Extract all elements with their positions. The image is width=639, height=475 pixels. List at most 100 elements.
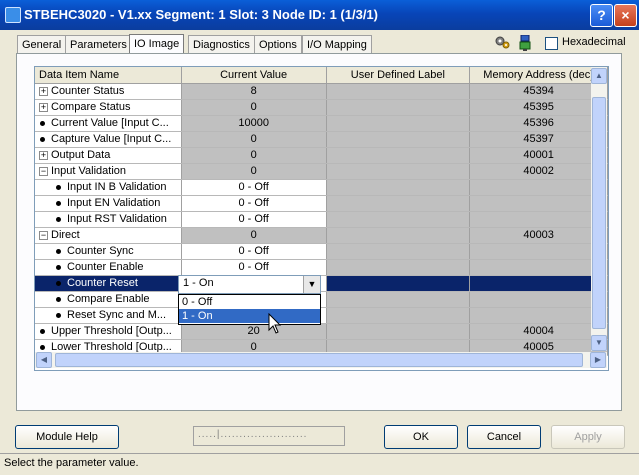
cell-item-name[interactable]: Input IN B Validation: [35, 179, 182, 196]
table-row[interactable]: + Compare Status 0 45395: [35, 99, 608, 116]
cell-item-name[interactable]: Current Value [Input C...: [35, 115, 182, 132]
table-row[interactable]: − Direct 0 40003: [35, 227, 608, 244]
option-off[interactable]: 0 - Off: [179, 295, 320, 309]
table-row[interactable]: Input IN B Validation 0 - Off: [35, 179, 608, 196]
vertical-scroll-thumb[interactable]: [592, 97, 606, 329]
cell-user-label[interactable]: [326, 211, 471, 228]
horizontal-scroll-thumb[interactable]: [55, 353, 583, 367]
cell-current-value[interactable]: 8: [181, 83, 327, 100]
vertical-scrollbar[interactable]: ▲ ▼: [591, 67, 607, 351]
ok-button[interactable]: OK: [384, 425, 458, 449]
table-row[interactable]: Capture Value [Input C... 0 45397: [35, 131, 608, 148]
cell-item-name[interactable]: + Output Data: [35, 147, 182, 164]
collapse-icon[interactable]: −: [39, 230, 48, 240]
cell-current-value[interactable]: 0: [181, 147, 327, 164]
horizontal-scrollbar[interactable]: ◀ ▶: [35, 352, 607, 368]
table-row[interactable]: Counter Reset: [35, 275, 608, 292]
value-combobox[interactable]: 1 - On ▼: [178, 275, 321, 294]
help-button[interactable]: ?: [590, 4, 613, 27]
bullet-icon: [56, 216, 61, 222]
cell-user-label[interactable]: [326, 259, 471, 276]
option-on[interactable]: 1 - On: [179, 309, 320, 323]
table-row[interactable]: Upper Threshold [Outp... 20 40004: [35, 323, 608, 340]
cell-user-label[interactable]: [326, 179, 471, 196]
scroll-down-button[interactable]: ▼: [591, 335, 607, 351]
cell-user-label[interactable]: [326, 243, 471, 260]
cell-item-name[interactable]: − Input Validation: [35, 163, 182, 180]
cell-user-label[interactable]: [326, 163, 471, 180]
checkbox-box[interactable]: [545, 37, 558, 50]
column-header-name[interactable]: Data Item Name: [35, 67, 182, 84]
cell-user-label[interactable]: [326, 83, 471, 100]
cell-item-name[interactable]: Capture Value [Input C...: [35, 131, 182, 148]
cell-item-name[interactable]: Counter Reset: [35, 275, 182, 292]
cell-item-name[interactable]: + Counter Status: [35, 83, 182, 100]
cell-current-value[interactable]: 20: [181, 323, 327, 340]
cell-item-name[interactable]: Reset Sync and M...: [35, 307, 182, 324]
cell-current-value[interactable]: 0 - Off: [181, 243, 327, 260]
table-row[interactable]: Counter Enable 0 - Off: [35, 259, 608, 276]
table-row[interactable]: + Counter Status 8 45394: [35, 83, 608, 100]
cell-user-label[interactable]: [326, 323, 471, 340]
cell-user-label[interactable]: [326, 131, 471, 148]
tab-diagnostics[interactable]: Diagnostics: [188, 35, 255, 54]
expand-icon[interactable]: +: [39, 150, 48, 160]
column-header-current-value[interactable]: Current Value: [181, 67, 327, 84]
column-header-memory-address[interactable]: Memory Address (dec): [469, 67, 608, 84]
table-row[interactable]: Compare Enable: [35, 291, 608, 308]
apply-button[interactable]: Apply: [551, 425, 625, 449]
cell-current-value[interactable]: 0: [181, 163, 327, 180]
connection-icon[interactable]: [519, 35, 531, 51]
gears-icon[interactable]: [495, 35, 510, 50]
cell-current-value[interactable]: 0 - Off: [181, 211, 327, 228]
cell-user-label[interactable]: [326, 115, 471, 132]
collapse-icon[interactable]: −: [39, 166, 48, 176]
cell-current-value[interactable]: 0: [181, 227, 327, 244]
item-name-text: Compare Enable: [67, 293, 150, 305]
scroll-right-button[interactable]: ▶: [590, 352, 606, 368]
cell-current-value[interactable]: 0: [181, 99, 327, 116]
expand-icon[interactable]: +: [39, 86, 48, 96]
cell-item-name[interactable]: Upper Threshold [Outp...: [35, 323, 182, 340]
table-row[interactable]: Reset Sync and M...: [35, 307, 608, 324]
scroll-up-button[interactable]: ▲: [591, 68, 607, 84]
table-row[interactable]: − Input Validation 0 40002: [35, 163, 608, 180]
cell-user-label[interactable]: [326, 275, 471, 292]
cell-user-label[interactable]: [326, 147, 471, 164]
tab-io-image[interactable]: IO Image: [129, 34, 185, 55]
hexadecimal-label: Hexadecimal: [562, 36, 626, 48]
cell-item-name[interactable]: Compare Enable: [35, 291, 182, 308]
column-header-user-label[interactable]: User Defined Label: [326, 67, 471, 84]
cell-current-value[interactable]: 0 - Off: [181, 259, 327, 276]
table-row[interactable]: Counter Sync 0 - Off: [35, 243, 608, 260]
cell-current-value[interactable]: 0 - Off: [181, 195, 327, 212]
module-help-button[interactable]: Module Help: [15, 425, 119, 449]
cell-current-value[interactable]: 0 - Off: [181, 179, 327, 196]
cell-item-name[interactable]: Counter Sync: [35, 243, 182, 260]
cell-current-value[interactable]: 0: [181, 131, 327, 148]
cell-item-name[interactable]: Input RST Validation: [35, 211, 182, 228]
chevron-down-icon[interactable]: ▼: [303, 276, 320, 293]
close-button[interactable]: ×: [614, 4, 637, 27]
cell-item-name[interactable]: + Compare Status: [35, 99, 182, 116]
cell-user-label[interactable]: [326, 99, 471, 116]
table-row[interactable]: Input EN Validation 0 - Off: [35, 195, 608, 212]
table-row[interactable]: + Output Data 0 40001: [35, 147, 608, 164]
cell-user-label[interactable]: [326, 227, 471, 244]
tab-parameters[interactable]: Parameters: [65, 35, 132, 54]
cell-item-name[interactable]: Input EN Validation: [35, 195, 182, 212]
tab-options[interactable]: Options: [254, 35, 302, 54]
tab-general[interactable]: General: [17, 35, 67, 54]
table-row[interactable]: Input RST Validation 0 - Off: [35, 211, 608, 228]
expand-icon[interactable]: +: [39, 102, 48, 112]
scroll-left-button[interactable]: ◀: [36, 352, 52, 368]
cell-current-value[interactable]: 10000: [181, 115, 327, 132]
cell-user-label[interactable]: [326, 195, 471, 212]
cell-item-name[interactable]: Counter Enable: [35, 259, 182, 276]
cell-item-name[interactable]: − Direct: [35, 227, 182, 244]
table-row[interactable]: Current Value [Input C... 10000 45396: [35, 115, 608, 132]
tab-io-mapping[interactable]: I/O Mapping: [302, 35, 372, 54]
cell-user-label[interactable]: [326, 291, 471, 308]
cell-user-label[interactable]: [326, 307, 471, 324]
cancel-button[interactable]: Cancel: [467, 425, 541, 449]
